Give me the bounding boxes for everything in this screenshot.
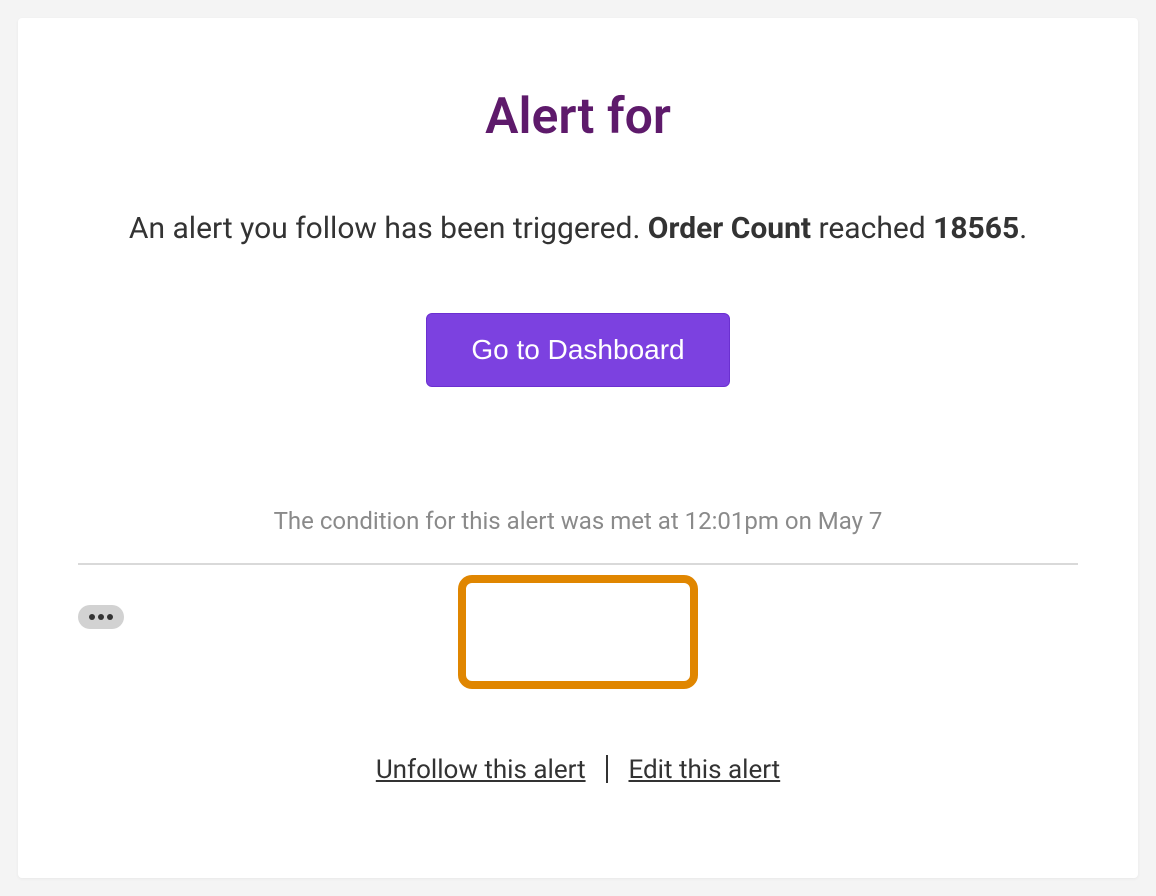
alert-title: Alert for [78, 88, 1078, 146]
edit-alert-link[interactable]: Edit this alert [628, 755, 780, 785]
alert-metric-name: Order Count [648, 211, 811, 246]
more-options-button[interactable] [78, 605, 124, 629]
alert-metric-value: 18565 [933, 211, 1019, 246]
alert-message-middle: reached [811, 211, 933, 246]
footer-row [78, 605, 1078, 725]
footer-separator [606, 755, 608, 783]
ellipsis-icon [89, 614, 95, 620]
divider [78, 563, 1078, 565]
cta-container: Go to Dashboard [78, 313, 1078, 387]
alert-condition-text: The condition for this alert was met at … [78, 507, 1078, 535]
alert-message-prefix: An alert you follow has been triggered. [129, 211, 648, 246]
highlight-box [458, 575, 698, 689]
ellipsis-icon [107, 614, 113, 620]
go-to-dashboard-button[interactable]: Go to Dashboard [426, 313, 729, 387]
alert-message-suffix: . [1019, 211, 1027, 246]
ellipsis-icon [98, 614, 104, 620]
footer-links: Unfollow this alert Edit this alert [78, 755, 1078, 785]
alert-card: Alert for An alert you follow has been t… [18, 18, 1138, 878]
unfollow-alert-link[interactable]: Unfollow this alert [376, 755, 586, 785]
alert-message: An alert you follow has been triggered. … [78, 206, 1078, 253]
